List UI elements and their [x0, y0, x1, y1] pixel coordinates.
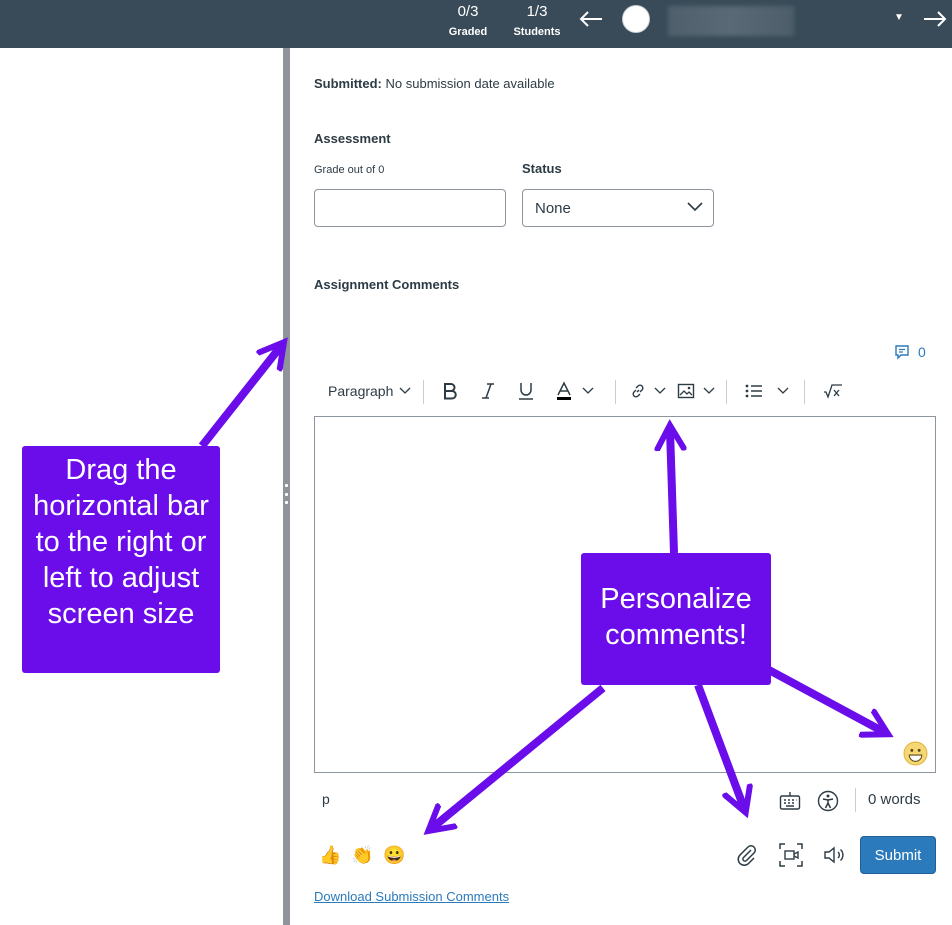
personalize-comments-callout: Personalize comments! — [581, 553, 771, 685]
arrow-to-divider — [198, 346, 281, 449]
arrow-to-emoji-picker — [767, 666, 884, 732]
arrow-to-toolbar — [670, 430, 674, 554]
resize-instruction-callout: Drag the horizontal bar to the right or … — [22, 446, 220, 673]
arrow-to-attachment — [694, 683, 744, 808]
arrow-to-quick-emoji — [432, 684, 606, 828]
